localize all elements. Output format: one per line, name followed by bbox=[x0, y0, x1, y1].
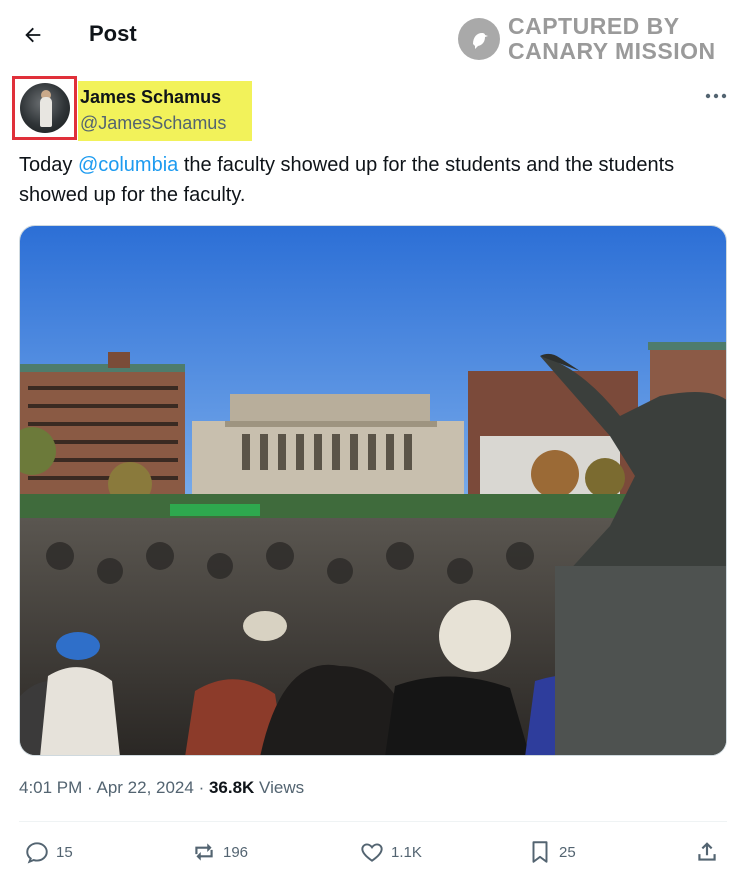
canary-logo-icon bbox=[458, 18, 500, 60]
post-date[interactable]: Apr 22, 2024 bbox=[96, 778, 193, 797]
back-button[interactable] bbox=[18, 20, 48, 50]
mention-link[interactable]: @columbia bbox=[78, 154, 178, 176]
heart-icon bbox=[361, 843, 383, 862]
avatar-highlight-box[interactable] bbox=[12, 76, 77, 140]
post-time[interactable]: 4:01 PM bbox=[19, 778, 82, 797]
action-bar: 15 196 1.1K 25 bbox=[0, 834, 745, 870]
divider bbox=[19, 821, 727, 822]
reply-count: 15 bbox=[56, 843, 73, 861]
author-display-name[interactable]: James Schamus bbox=[80, 87, 221, 108]
canary-mission-watermark: CAPTURED BY CANARY MISSION bbox=[458, 14, 738, 66]
like-count: 1.1K bbox=[391, 843, 422, 861]
watermark-line-1: CAPTURED BY bbox=[508, 13, 680, 39]
avatar[interactable] bbox=[19, 83, 70, 133]
views-label: Views bbox=[254, 778, 305, 797]
like-button[interactable]: 1.1K bbox=[359, 838, 422, 866]
bookmark-count: 25 bbox=[559, 843, 576, 861]
repost-button[interactable]: 196 bbox=[191, 838, 248, 866]
avatar-figure bbox=[39, 97, 52, 127]
bookmark-button[interactable]: 25 bbox=[527, 838, 576, 866]
repost-count: 196 bbox=[223, 843, 249, 861]
post-photo[interactable] bbox=[19, 225, 727, 756]
more-dots-icon bbox=[705, 93, 727, 99]
reply-button[interactable]: 15 bbox=[24, 838, 73, 866]
views-count: 36.8K bbox=[208, 778, 255, 797]
photo-illustration bbox=[20, 226, 726, 755]
author-row: James Schamus @JamesSchamus bbox=[12, 76, 732, 142]
meta-separator-2: · bbox=[193, 778, 209, 797]
share-button[interactable] bbox=[694, 838, 720, 866]
post-meta: 4:01 PM · Apr 22, 2024 · 36.8K Views bbox=[19, 778, 304, 798]
more-options-button[interactable] bbox=[702, 86, 730, 106]
bookmark-icon bbox=[532, 841, 548, 863]
post-header: Post CAPTURED BY CANARY MISSION bbox=[0, 0, 745, 70]
page-title: Post bbox=[89, 21, 137, 46]
share-icon bbox=[698, 842, 716, 861]
author-handle[interactable]: @JamesSchamus bbox=[80, 113, 226, 134]
repost-icon bbox=[195, 843, 213, 861]
author-name-highlight: James Schamus @JamesSchamus bbox=[78, 81, 252, 141]
post-text-before: Today bbox=[19, 154, 78, 176]
meta-separator-1: · bbox=[82, 778, 97, 797]
post-text: Today @columbia the faculty showed up fo… bbox=[19, 150, 719, 210]
watermark-line-2: CANARY MISSION bbox=[508, 38, 716, 64]
arrow-left-icon bbox=[25, 27, 41, 43]
watermark-text: CAPTURED BY CANARY MISSION bbox=[508, 14, 716, 64]
reply-icon bbox=[26, 842, 48, 864]
